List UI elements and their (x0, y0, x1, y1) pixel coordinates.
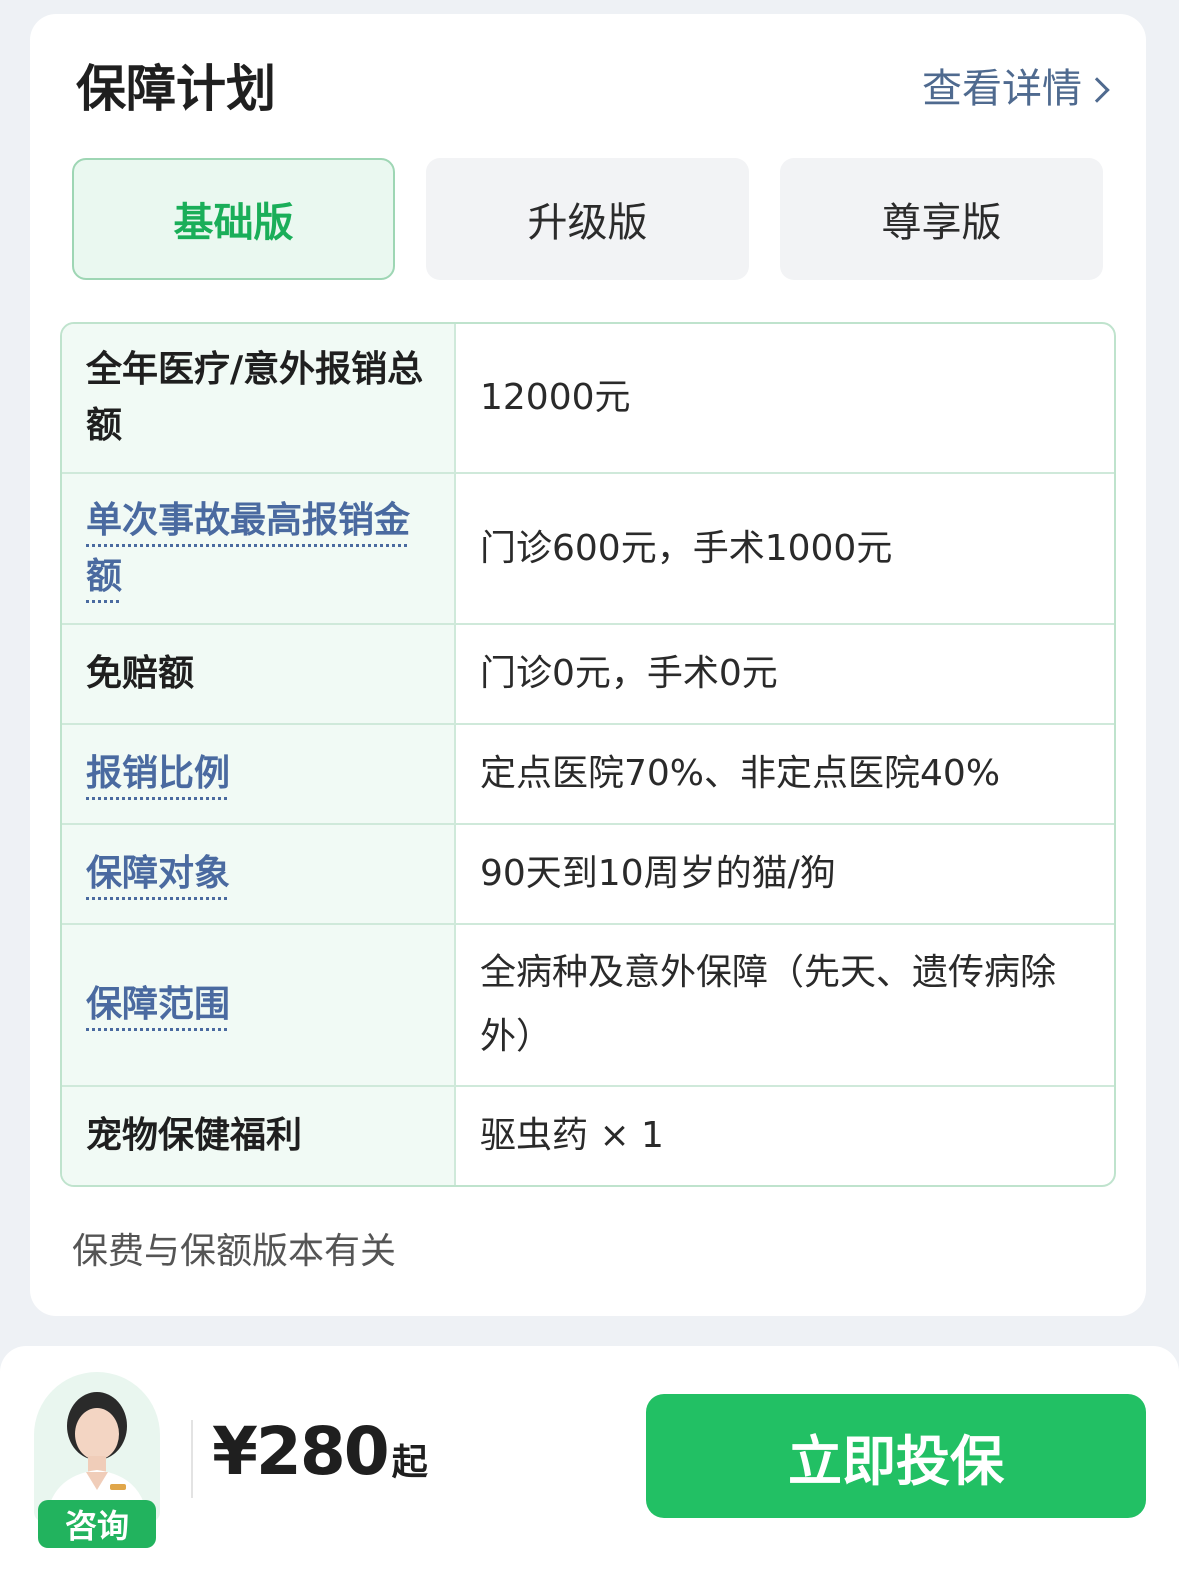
row-value: 门诊600元，手术1000元 (480, 527, 893, 569)
bottom-action-bar: 咨询 ¥280 起 立即投保 (0, 1346, 1179, 1572)
row-label-link[interactable]: 保障对象 (86, 846, 230, 902)
row-value: 90天到10周岁的猫/狗 (480, 853, 836, 894)
tab-upgrade[interactable]: 升级版 (426, 158, 749, 280)
table-row: 单次事故最高报销金额 门诊600元，手术1000元 (62, 474, 1114, 625)
table-row: 免赔额 门诊0元，手术0元 (62, 625, 1114, 725)
buy-now-button[interactable]: 立即投保 (646, 1394, 1146, 1518)
row-label-cell: 报销比例 (62, 725, 456, 823)
price-amount: ¥280 (212, 1413, 390, 1490)
card-header: 保障计划 查看详情 (76, 54, 1110, 124)
view-details-link[interactable]: 查看详情 (922, 54, 1110, 124)
tab-basic[interactable]: 基础版 (72, 158, 395, 280)
chevron-right-icon (1084, 77, 1110, 103)
coverage-table: 全年医疗/意外报销总额 12000元 单次事故最高报销金额 门诊600元，手术1… (60, 322, 1116, 1187)
table-row: 报销比例 定点医院70%、非定点医院40% (62, 725, 1114, 825)
price-display: ¥280 起 (212, 1412, 428, 1492)
row-label-link[interactable]: 单次事故最高报销金额 (86, 493, 430, 605)
consult-entry[interactable]: 咨询 (34, 1372, 160, 1548)
consult-button[interactable]: 咨询 (38, 1500, 156, 1548)
row-value: 12000元 (480, 377, 631, 418)
table-row: 保障对象 90天到10周岁的猫/狗 (62, 825, 1114, 925)
row-label-cell: 保障对象 (62, 825, 456, 923)
tab-premium[interactable]: 尊享版 (780, 158, 1103, 280)
section-title: 保障计划 (76, 60, 276, 118)
coverage-plan-card: 保障计划 查看详情 基础版 升级版 尊享版 全年医疗/意外报销总额 12000元… (30, 14, 1146, 1316)
table-row: 全年医疗/意外报销总额 12000元 (62, 324, 1114, 474)
premium-note: 保费与保额版本有关 (72, 1231, 397, 1272)
page: 保障计划 查看详情 基础版 升级版 尊享版 全年医疗/意外报销总额 12000元… (0, 0, 1179, 1572)
row-value: 全病种及意外保障（先天、遗传病除外） (480, 952, 1057, 1057)
row-label: 免赔额 (62, 625, 456, 723)
table-row: 宠物保健福利 驱虫药 × 1 (62, 1087, 1114, 1185)
row-value: 驱虫药 × 1 (480, 1115, 664, 1156)
row-label: 全年医疗/意外报销总额 (62, 324, 456, 472)
table-row: 保障范围 全病种及意外保障（先天、遗传病除外） (62, 925, 1114, 1087)
row-value: 定点医院70%、非定点医院40% (480, 753, 1001, 794)
row-label: 宠物保健福利 (62, 1087, 456, 1185)
view-details-label: 查看详情 (922, 66, 1082, 112)
row-label-link[interactable]: 保障范围 (86, 977, 230, 1033)
row-label-link[interactable]: 报销比例 (86, 746, 230, 802)
row-label-cell: 保障范围 (62, 925, 456, 1085)
row-value: 门诊0元，手术0元 (480, 653, 778, 694)
price-suffix: 起 (391, 1442, 428, 1483)
divider (191, 1420, 193, 1498)
row-label-cell: 单次事故最高报销金额 (62, 474, 456, 623)
plan-tabs: 基础版 升级版 尊享版 (72, 158, 1104, 280)
